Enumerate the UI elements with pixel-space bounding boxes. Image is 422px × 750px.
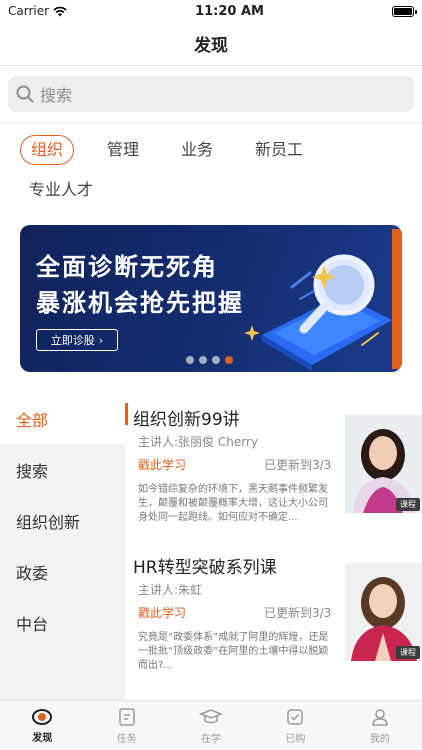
course-title: 组织创新99讲 [133,410,240,430]
wifi-icon [53,6,67,16]
category-tags: 组织 管理 业务 新员工 专业人才 [0,123,422,213]
course-list: 组织创新99讲 主讲人:张丽俊 Cherry 戳此学习 已更新到3/3 如今错综… [125,393,422,700]
search-icon [16,85,34,103]
tab-profile[interactable]: 我的 [338,701,422,750]
carousel-indicator [186,356,233,364]
nav-bar: 发现 [0,22,422,66]
course-description: 如今错综复杂的环境下，黑天鹅事件频繁发生，颠覆和被颠覆概率大增，这让大小公司身处… [138,484,328,523]
task-icon [118,707,135,726]
banner-diagnose-button[interactable]: 立即诊股 › [36,329,118,351]
search-input[interactable]: 搜索 [8,76,414,112]
tag-business[interactable]: 业务 [172,135,222,165]
carousel-dot[interactable] [212,356,220,364]
tab-label: 发现 [32,732,53,744]
carrier-label: Carrier [8,4,50,18]
search-placeholder: 搜索 [40,86,73,105]
category-sidebar: 全部 搜索 组织创新 政委 中台 [0,393,125,700]
tab-tasks[interactable]: 任务 [84,701,168,750]
tag-organization[interactable]: 组织 [20,135,75,165]
tag-professional-talent[interactable]: 专业人才 [20,175,102,205]
page-title: 发现 [194,36,228,56]
graduation-cap-icon [199,708,224,723]
sidebar-item-middle-platform[interactable]: 中台 [0,597,125,648]
tab-bar: 发现 任务 在学 已购 我的 [0,700,422,750]
promo-banner[interactable]: 全面诊断无死角 暴涨机会抢先把握 立即诊股 › [20,225,402,372]
banner-headline: 全面诊断无死角 [36,253,218,281]
tag-management[interactable]: 管理 [98,135,148,165]
course-lecturer: 主讲人:朱虹 [138,583,203,597]
course-thumbnail: 课程 [345,563,422,661]
sidebar-item-commissar[interactable]: 政委 [0,546,125,597]
course-lecturer: 主讲人:张丽俊 Cherry [138,435,258,449]
course-progress: 已更新到3/3 [264,606,332,620]
purchased-icon [287,708,304,725]
status-bar: Carrier 11:20 AM [0,0,422,22]
carousel-dot[interactable] [186,356,194,364]
course-card[interactable]: HR转型突破系列课 主讲人:朱虹 戳此学习 已更新到3/3 究竟是“政委体系”成… [125,541,422,691]
banner-subheadline: 暴涨机会抢先把握 [36,289,244,317]
eye-icon [32,708,53,725]
course-badge: 课程 [396,646,420,659]
sidebar-item-all[interactable]: 全部 [0,393,125,444]
course-progress: 已更新到3/3 [264,458,332,472]
content-split: 全部 搜索 组织创新 政委 中台 组织创新99讲 主讲人:张丽俊 Cherry … [0,393,422,700]
course-card[interactable]: 组织创新99讲 主讲人:张丽俊 Cherry 戳此学习 已更新到3/3 如今错综… [125,393,422,543]
course-description: 究竟是“政委体系”成就了阿里的辉煌，还是一批批“顶级政委”在阿里的土壤中得以脱颖… [138,632,329,671]
carousel-dot[interactable] [199,356,207,364]
tab-label: 在学 [201,733,222,745]
tab-learning[interactable]: 在学 [169,701,253,750]
battery-icon [391,5,417,17]
course-thumbnail: 课程 [345,415,422,513]
course-badge: 课程 [396,498,420,511]
carousel-dot-active[interactable] [225,356,233,364]
tab-label: 已购 [285,733,306,745]
banner-button-label: 立即诊股 [50,334,95,347]
tab-discover[interactable]: 发现 [0,701,84,750]
sidebar-item-search[interactable]: 搜索 [0,444,125,495]
status-time: 11:20 AM [195,3,264,19]
chevron-right-icon: › [98,333,104,347]
active-indicator [125,403,128,425]
sidebar-item-org-innovation[interactable]: 组织创新 [0,495,125,546]
course-title: HR转型突破系列课 [133,558,277,578]
profile-icon [372,708,388,726]
learn-link[interactable]: 戳此学习 [138,456,186,473]
tag-new-employee[interactable]: 新员工 [246,135,312,165]
tab-purchased[interactable]: 已购 [253,701,337,750]
tab-label: 任务 [116,733,137,745]
tab-label: 我的 [369,733,390,745]
learn-link[interactable]: 戳此学习 [138,604,186,621]
